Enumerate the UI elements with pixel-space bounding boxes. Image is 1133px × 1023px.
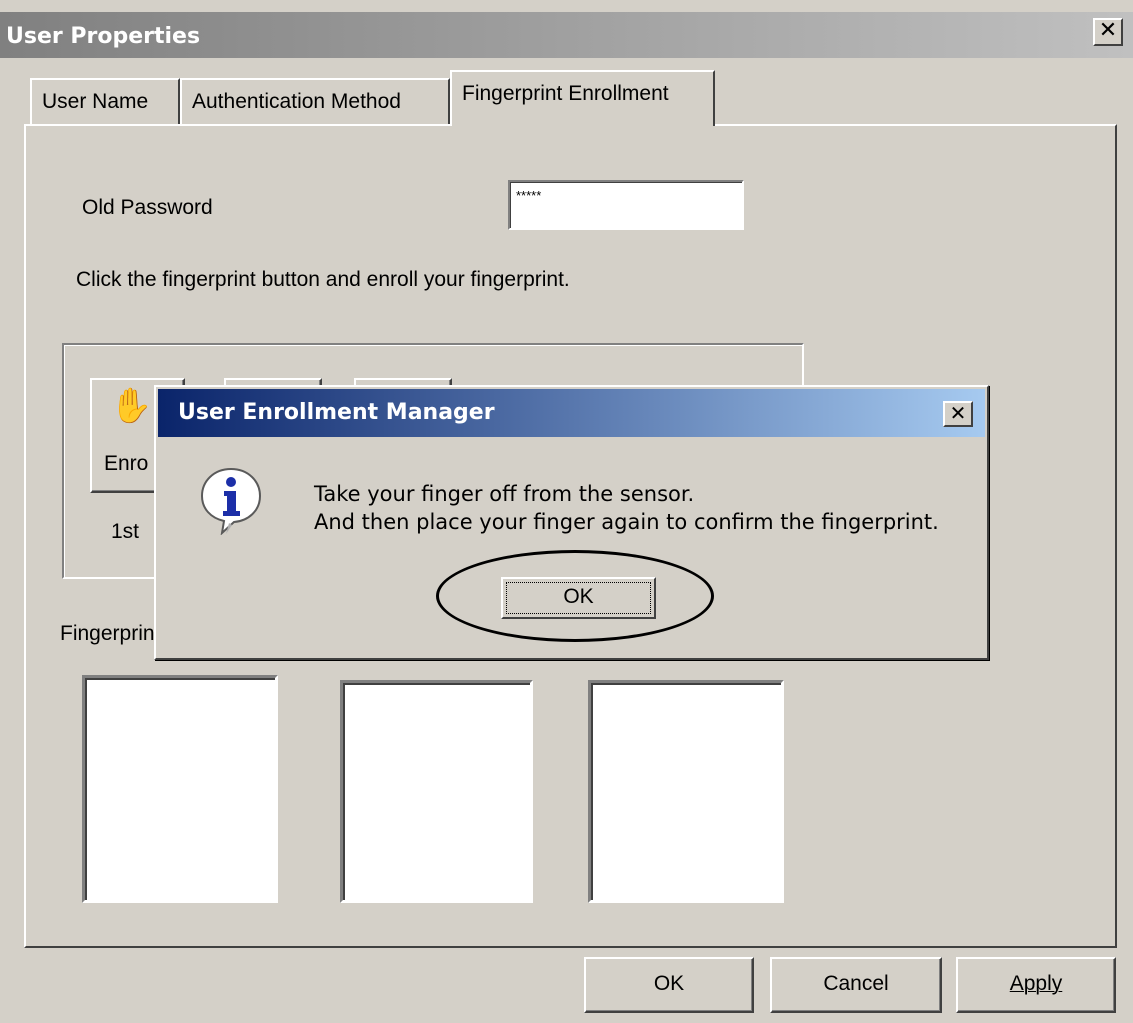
hand-icon: ✋ — [110, 387, 153, 425]
old-password-field[interactable]: ***** — [508, 180, 744, 230]
tab-fingerprint-enrollment[interactable]: Fingerprint Enrollment — [450, 70, 715, 126]
fingerprint-image-3 — [588, 680, 784, 903]
enroll-first-label: 1st — [111, 520, 140, 543]
dialog-close-button[interactable]: ✕ — [943, 401, 973, 427]
window-title: User Properties — [6, 24, 201, 49]
tab-label: Authentication Method — [192, 90, 401, 113]
fingerprint-label: Fingerprin — [60, 622, 155, 645]
ok-button[interactable]: OK — [584, 957, 754, 1013]
close-icon: ✕ — [949, 401, 967, 425]
enroll-button-label: Enro — [104, 452, 149, 475]
close-icon: ✕ — [1098, 18, 1118, 43]
tab-user-name[interactable]: User Name — [30, 78, 180, 124]
tab-authentication-method[interactable]: Authentication Method — [180, 78, 450, 124]
apply-button-label: Apply — [1009, 972, 1063, 995]
old-password-value: ***** — [516, 188, 542, 203]
close-button[interactable]: ✕ — [1093, 18, 1123, 46]
tab-label: Fingerprint Enrollment — [462, 82, 669, 105]
dialog-title: User Enrollment Manager — [178, 400, 495, 425]
window-title-bar[interactable]: User Properties ✕ — [0, 12, 1133, 58]
dialog-message-line2: And then place your finger again to conf… — [314, 510, 939, 534]
cancel-button-label: Cancel — [823, 972, 889, 995]
fingerprint-image-2 — [340, 680, 533, 903]
fingerprint-image-1 — [82, 675, 278, 903]
old-password-label: Old Password — [82, 196, 213, 219]
dialog-message-line1: Take your finger off from the sensor. — [314, 482, 695, 506]
highlight-ellipse — [436, 550, 714, 642]
apply-button[interactable]: Apply — [956, 957, 1116, 1013]
ok-button-label: OK — [653, 972, 685, 995]
tab-label: User Name — [42, 90, 149, 113]
instruction-text: Click the fingerprint button and enroll … — [76, 268, 570, 291]
cancel-button[interactable]: Cancel — [770, 957, 942, 1013]
dialog-title-bar[interactable]: User Enrollment Manager ✕ — [158, 389, 985, 437]
info-icon — [200, 467, 262, 535]
